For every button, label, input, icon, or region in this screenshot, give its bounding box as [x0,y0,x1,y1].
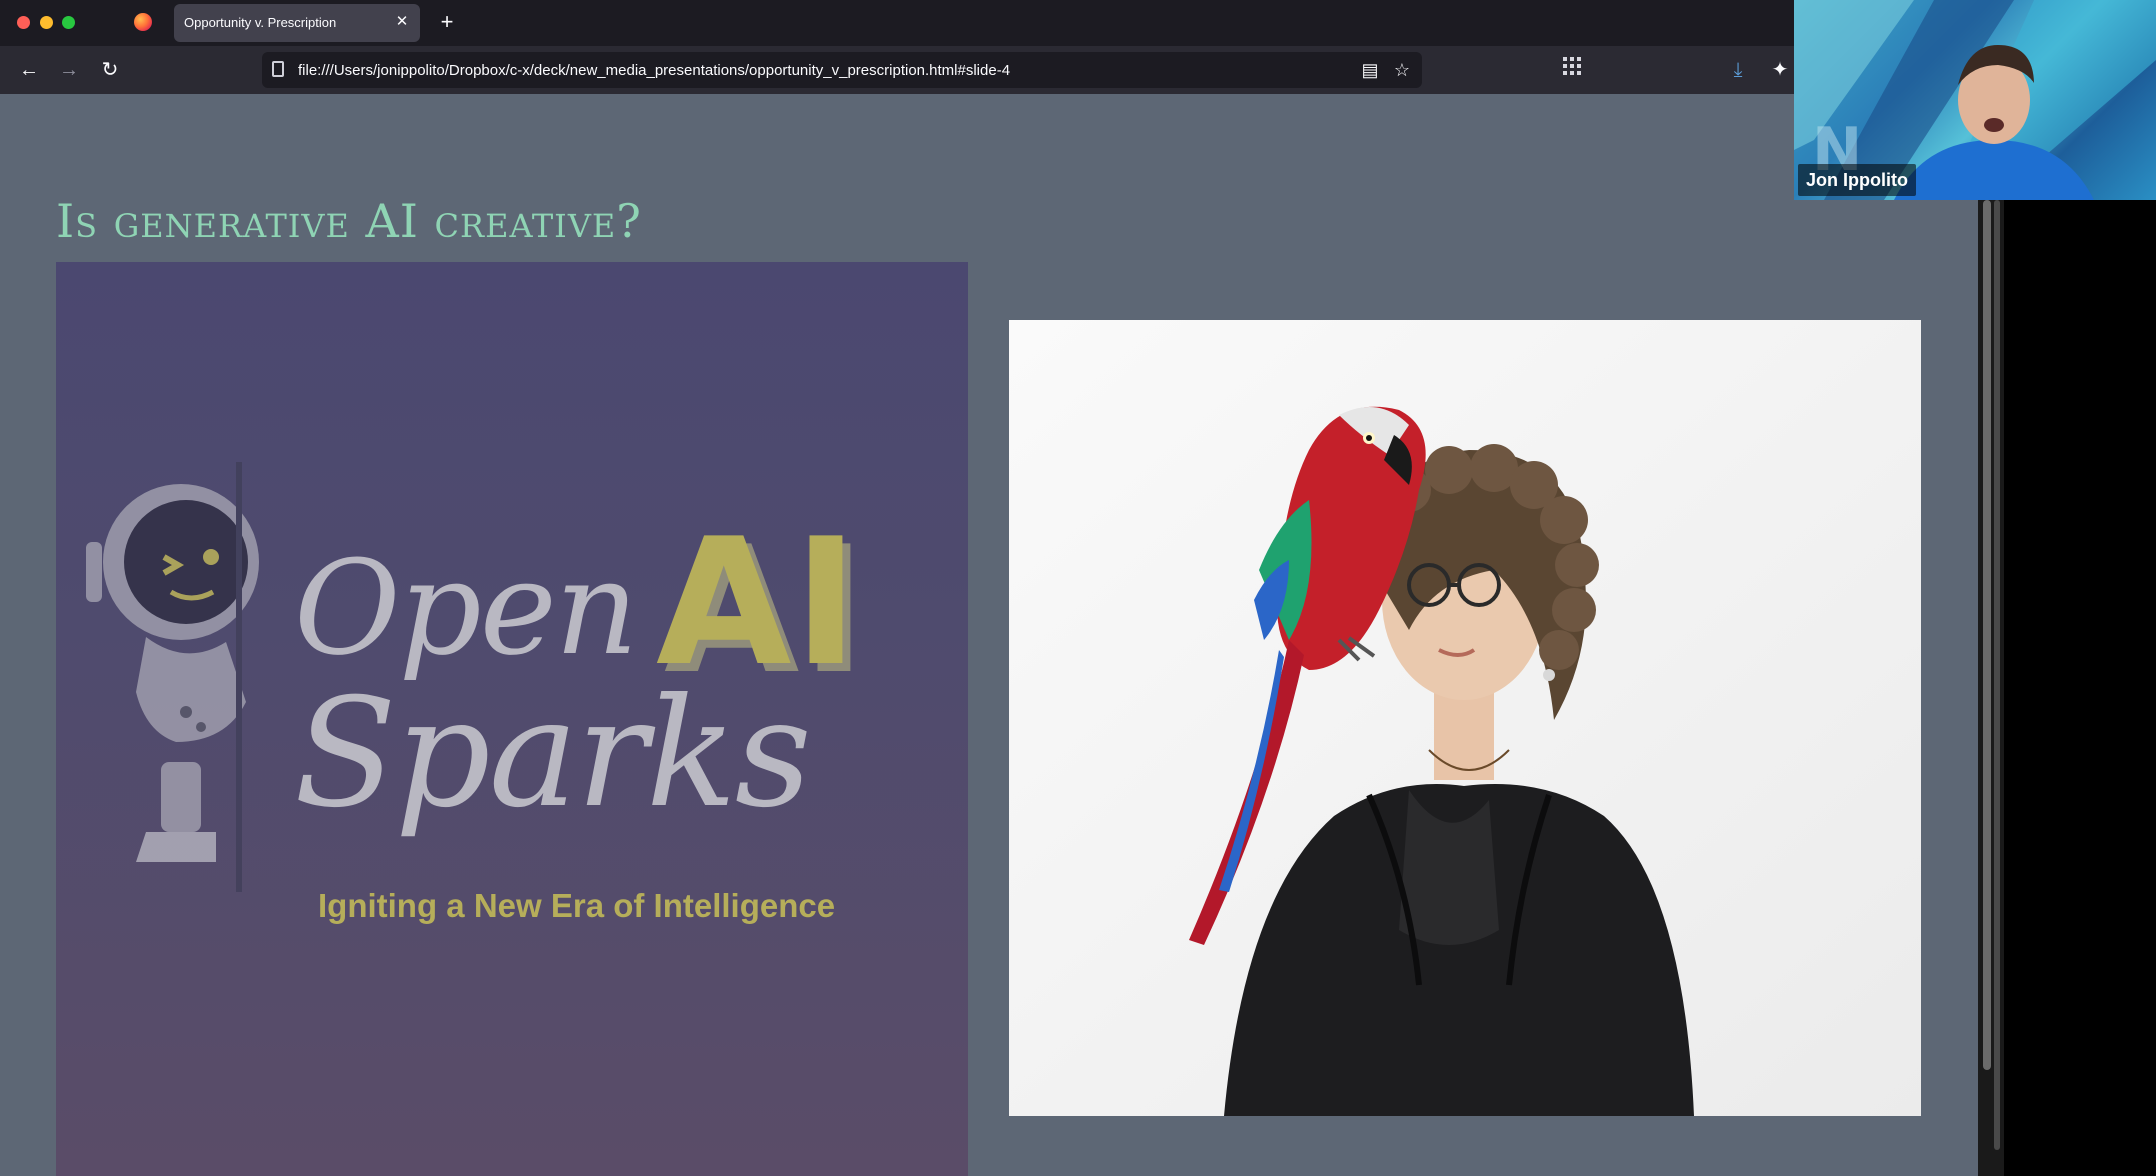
participant-name-label: Jon Ippolito [1798,164,1916,196]
back-button[interactable]: ← [15,56,43,84]
slide: Is generative AI creative? Open AI Spark… [0,94,1978,1176]
extension-icon[interactable]: ✦ [1766,56,1794,84]
close-tab-icon[interactable]: ✕ [392,12,412,32]
new-tab-button[interactable]: + [434,9,460,35]
slide-title: Is generative AI creative? [56,194,642,248]
robot-mascot-icon [86,462,259,892]
scrollbar-thumb[interactable] [1983,200,1991,1070]
bookmark-star-icon[interactable]: ☆ [1390,58,1414,82]
download-icon[interactable]: ⤓ [1724,56,1752,84]
brand-open-text: Open [294,532,638,684]
browser-nav-bar: ← → ↻ file:///Users/jonippolito/Dropbox/… [0,46,1794,94]
minimize-window-button[interactable] [40,16,53,29]
slide-scrollbar[interactable] [1978,200,2004,1176]
openai-sparks-image: Open AI Sparks Igniting a New Era of Int… [56,262,968,1176]
participant-video-tile[interactable]: N Jon Ippolito [1794,0,2156,200]
woman-with-parrot-photo [1009,320,1921,1116]
tab-title: Opportunity v. Prescription [184,15,337,30]
reader-view-icon[interactable]: ▤ [1358,58,1382,82]
apps-grid-icon[interactable] [1558,56,1586,84]
reload-button[interactable]: ↻ [96,56,124,84]
firefox-icon[interactable] [134,13,152,31]
brand-sparks-text: Sparks [294,667,812,841]
scrollbar-track[interactable] [1994,200,2000,1150]
close-window-button[interactable] [17,16,30,29]
maximize-window-button[interactable] [62,16,75,29]
browser-tab-bar: Opportunity v. Prescription ✕ + [0,0,1794,46]
screen: Opportunity v. Prescription ✕ + ← → ↻ fi… [0,0,2156,1176]
url-bar[interactable]: file:///Users/jonippolito/Dropbox/c-x/de… [262,52,1422,88]
brand-tagline: Igniting a New Era of Intelligence [318,887,836,924]
url-text[interactable]: file:///Users/jonippolito/Dropbox/c-x/de… [298,62,1010,79]
forward-button[interactable]: → [55,56,83,84]
tab-opportunity-prescription[interactable]: Opportunity v. Prescription ✕ [174,4,420,42]
file-icon [272,61,284,77]
